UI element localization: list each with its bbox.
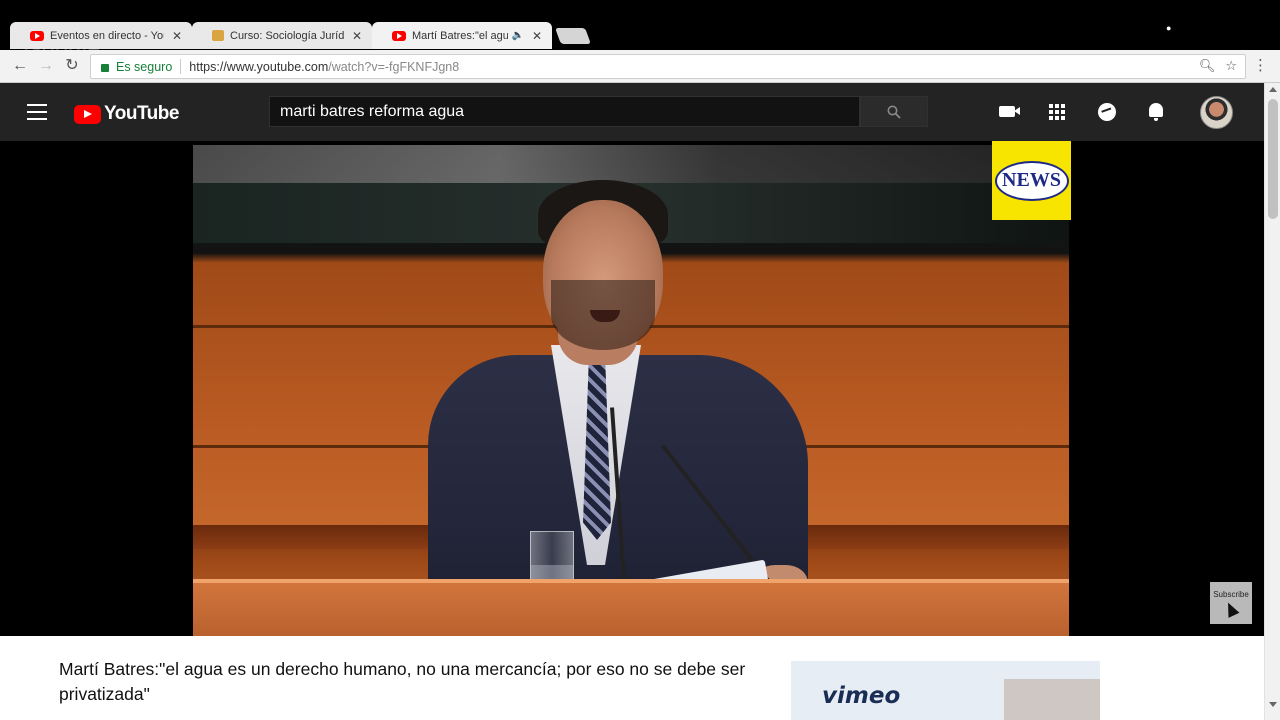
youtube-play-icon: [74, 104, 101, 124]
upload-video-icon[interactable]: [997, 102, 1020, 122]
browser-toolbar: ← → ↻ Es seguro https://www.youtube.com …: [0, 50, 1280, 83]
url-path: /watch?v=-fgFKNFJgn8: [328, 59, 460, 74]
youtube-icon: [392, 30, 406, 41]
user-profile-icon[interactable]: ●: [1166, 23, 1171, 33]
chrome-menu-icon[interactable]: ⋮: [1253, 56, 1268, 74]
speaker-icon[interactable]: 🔈: [512, 30, 524, 41]
video-scene-ceiling: [193, 145, 1069, 183]
divider: [180, 59, 182, 74]
close-icon[interactable]: ✕: [170, 29, 184, 43]
video-frame: [193, 145, 1069, 636]
tab-title: Martí Batres:"el agua: [412, 29, 508, 42]
page-scrollbar[interactable]: [1264, 83, 1280, 720]
podium: [193, 583, 1069, 636]
youtube-icon: [30, 30, 44, 41]
close-icon[interactable]: ✕: [530, 29, 544, 43]
tab-eventos[interactable]: Eventos en directo - You ✕: [10, 22, 192, 49]
messages-icon[interactable]: [1097, 102, 1117, 122]
youtube-logo-text: YouTube: [104, 103, 179, 124]
book-icon: [212, 30, 224, 41]
search-icon: [887, 105, 901, 119]
scrollbar-thumb[interactable]: [1268, 99, 1278, 219]
search-button[interactable]: [860, 96, 928, 127]
browser-tab-strip: Google Eventos en directo - You ✕ Curso:…: [0, 0, 1280, 61]
vimeo-logo: vimeo: [822, 683, 901, 709]
lock-icon: [101, 63, 109, 72]
scroll-up-arrow-icon[interactable]: [1269, 87, 1277, 92]
close-icon[interactable]: ✕: [350, 29, 364, 43]
back-arrow-icon[interactable]: ←: [9, 55, 31, 77]
news-badge-text: NEWS: [1002, 169, 1061, 191]
bookmark-star-icon[interactable]: ☆: [1225, 58, 1237, 74]
video-title: Martí Batres:"el agua es un derecho huma…: [59, 659, 746, 704]
secure-label: Es seguro: [116, 59, 173, 74]
tab-title: Curso: Sociología Jurídica: [230, 29, 344, 42]
notifications-bell-icon[interactable]: [1146, 102, 1166, 122]
video-player[interactable]: NEWS Subscribe: [0, 141, 1264, 636]
avatar[interactable]: [1200, 96, 1233, 129]
new-tab-button[interactable]: [555, 28, 591, 44]
zoom-icon[interactable]: 🔍︎: [1199, 58, 1216, 74]
tab-curso[interactable]: Curso: Sociología Jurídica ✕: [192, 22, 372, 49]
url-host: https://www.youtube.com: [189, 59, 329, 74]
tab-marti-batres[interactable]: Martí Batres:"el agua 🔈 ✕: [372, 22, 552, 49]
address-bar[interactable]: Es seguro https://www.youtube.com /watch…: [90, 54, 1246, 79]
forward-arrow-icon[interactable]: →: [35, 55, 57, 77]
search-input[interactable]: [269, 96, 860, 127]
sidebar-ad-card[interactable]: vimeo: [791, 661, 1100, 720]
news-badge: NEWS: [992, 141, 1071, 220]
ad-thumbnail: [1004, 679, 1100, 720]
youtube-masthead: YouTube: [0, 83, 1264, 141]
watch-info: Martí Batres:"el agua es un derecho huma…: [0, 636, 1264, 720]
scroll-down-arrow-icon[interactable]: [1269, 702, 1277, 707]
tab-title: Eventos en directo - You: [50, 29, 164, 42]
subscribe-label: Subscribe: [1213, 590, 1249, 599]
hamburger-menu-icon[interactable]: [27, 104, 47, 120]
reload-icon[interactable]: ↻: [61, 55, 83, 77]
apps-grid-icon[interactable]: [1047, 102, 1067, 122]
youtube-logo[interactable]: YouTube: [74, 103, 179, 125]
